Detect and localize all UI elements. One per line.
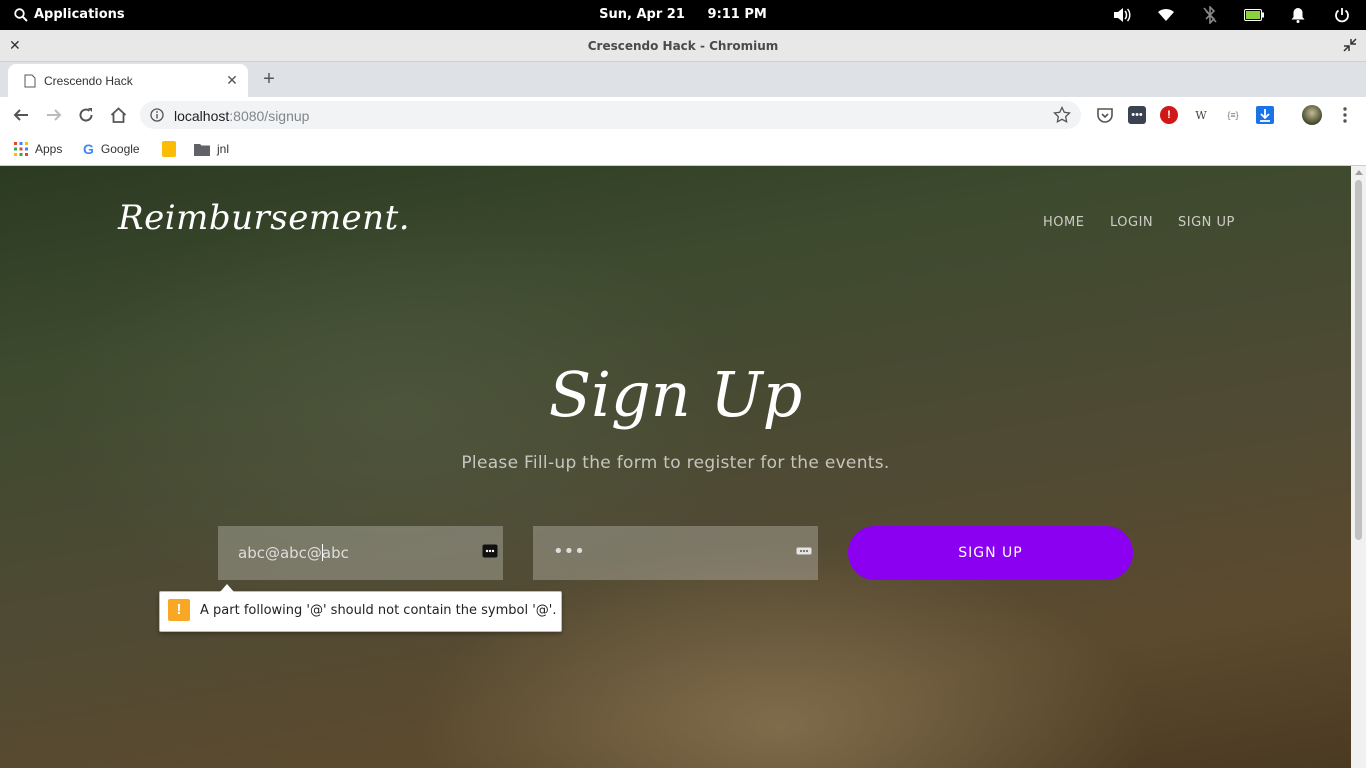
password-manager-icon[interactable]: ••• xyxy=(1128,106,1146,124)
reload-button[interactable] xyxy=(75,104,97,126)
bookmarks-bar: Apps G Google jnl xyxy=(0,133,1366,166)
search-icon xyxy=(14,7,28,22)
keep-icon xyxy=(162,141,176,157)
window-titlebar: ✕ Crescendo Hack - Chromium xyxy=(0,30,1366,62)
password-manager-icon[interactable] xyxy=(482,544,498,558)
validation-message: A part following '@' should not contain … xyxy=(200,603,557,618)
page-subtitle: Please Fill-up the form to register for … xyxy=(461,453,890,473)
url-path: :8080/signup xyxy=(229,108,310,124)
back-arrow-icon xyxy=(13,109,28,121)
url-text: localhost:8080/signup xyxy=(174,108,309,124)
apps-grid-icon xyxy=(14,142,28,156)
brand-logo[interactable]: Reimbursement. xyxy=(118,198,410,238)
tab-title: Crescendo Hack xyxy=(44,74,133,88)
forward-button[interactable] xyxy=(43,104,65,126)
page-icon xyxy=(24,74,36,88)
volume-icon[interactable] xyxy=(1112,5,1132,25)
bookmark-apps[interactable]: Apps xyxy=(14,140,62,158)
bookmark-label: jnl xyxy=(217,142,230,156)
forward-arrow-icon xyxy=(47,109,62,121)
tab-crescendo-hack[interactable]: Crescendo Hack ✕ xyxy=(8,64,248,97)
address-bar[interactable]: localhost:8080/signup xyxy=(140,101,1081,129)
page-scrollbar[interactable] xyxy=(1351,166,1366,768)
profile-avatar[interactable] xyxy=(1302,105,1322,125)
download-icon[interactable] xyxy=(1256,106,1274,124)
nav-home[interactable]: HOME xyxy=(1043,215,1084,230)
page-viewport: Reimbursement. HOME LOGIN SIGN UP Sign U… xyxy=(0,166,1351,768)
email-field[interactable]: abc@abc@abc xyxy=(218,526,503,580)
email-value: abc@abc@abc xyxy=(238,544,349,562)
tab-close-icon[interactable]: ✕ xyxy=(224,72,240,88)
new-tab-button[interactable]: + xyxy=(258,69,280,91)
warning-icon: ! xyxy=(168,599,190,621)
scroll-up-arrow-icon[interactable] xyxy=(1355,170,1363,175)
bookmark-google[interactable]: G Google xyxy=(83,140,140,158)
pocket-icon[interactable] xyxy=(1096,106,1114,124)
signup-button[interactable]: SIGN UP xyxy=(848,526,1133,580)
adblock-icon[interactable]: ! xyxy=(1160,106,1178,124)
bookmark-keep[interactable] xyxy=(162,140,176,158)
google-icon: G xyxy=(83,141,94,157)
bluetooth-off-icon[interactable] xyxy=(1200,5,1220,25)
bookmark-label: Google xyxy=(100,142,140,156)
bookmark-folder-jnl[interactable]: jnl xyxy=(194,140,229,158)
wikipedia-icon[interactable]: W xyxy=(1192,106,1210,124)
nav-login[interactable]: LOGIN xyxy=(1110,215,1153,230)
json-viewer-icon[interactable]: {≡} xyxy=(1224,106,1242,124)
nav-signup[interactable]: SIGN UP xyxy=(1178,215,1235,230)
os-top-panel: Applications Sun, Apr 21 9:11 PM xyxy=(0,0,1366,30)
browser-menu-icon[interactable] xyxy=(1336,106,1354,124)
scrollbar-thumb[interactable] xyxy=(1355,180,1362,540)
power-icon[interactable] xyxy=(1332,5,1352,25)
folder-icon xyxy=(194,143,210,156)
tab-strip: Crescendo Hack ✕ + xyxy=(0,62,1366,97)
url-host: localhost xyxy=(174,108,230,124)
validation-tooltip: ! A part following '@' should not contai… xyxy=(159,584,562,632)
battery-icon[interactable] xyxy=(1244,5,1264,25)
notifications-icon[interactable] xyxy=(1288,5,1308,25)
applications-menu[interactable]: Applications xyxy=(14,7,125,22)
password-field[interactable]: ••• xyxy=(533,526,818,580)
password-manager-icon[interactable] xyxy=(796,544,812,558)
password-value: ••• xyxy=(553,541,585,562)
window-title: Crescendo Hack - Chromium xyxy=(587,39,779,53)
wifi-icon[interactable] xyxy=(1156,5,1176,25)
window-restore-icon[interactable] xyxy=(1343,38,1357,52)
site-info-icon[interactable] xyxy=(150,108,164,122)
tooltip-arrow xyxy=(220,584,234,592)
home-icon xyxy=(110,107,126,123)
bookmark-label: Apps xyxy=(35,142,63,156)
back-button[interactable] xyxy=(10,104,32,126)
reload-icon xyxy=(79,108,93,122)
home-button[interactable] xyxy=(107,104,129,126)
browser-toolbar: localhost:8080/signup ••• ! W {≡} xyxy=(0,97,1366,133)
page-title: Sign Up xyxy=(548,358,803,431)
clock[interactable]: Sun, Apr 21 9:11 PM xyxy=(599,7,767,22)
applications-label: Applications xyxy=(34,7,125,22)
bookmark-star-icon[interactable] xyxy=(1053,106,1071,124)
